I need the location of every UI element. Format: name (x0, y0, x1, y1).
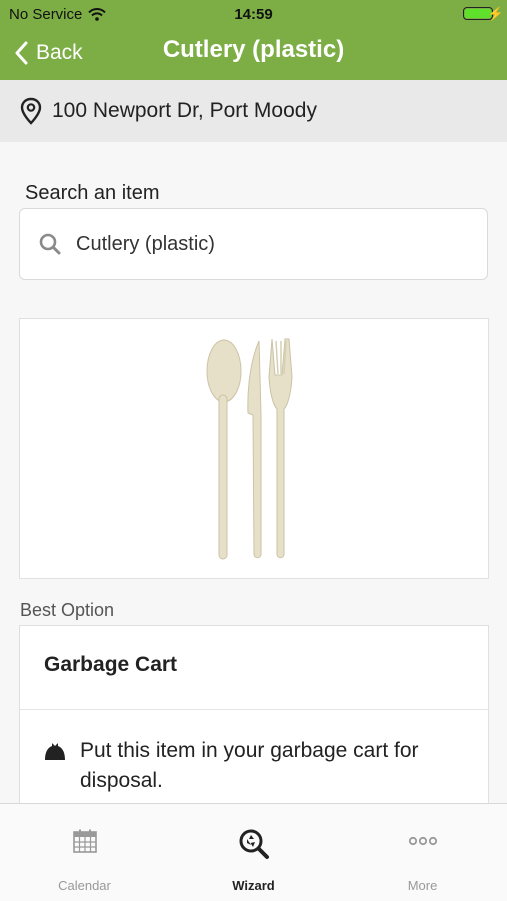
search-input[interactable] (74, 231, 458, 257)
search-icon (39, 233, 61, 255)
tab-calendar[interactable]: Calendar (0, 804, 169, 901)
status-time: 14:59 (234, 6, 273, 23)
tab-wizard[interactable]: Wizard (169, 804, 338, 901)
location-address: 100 Newport Dr, Port Moody (52, 99, 317, 122)
tab-more-label: More (407, 878, 438, 893)
tab-more[interactable]: More (338, 804, 507, 901)
divider (20, 709, 488, 710)
tab-wizard-label: Wizard (232, 878, 275, 893)
best-option-label: Best Option (20, 600, 115, 620)
option-title: Garbage Cart (44, 653, 178, 676)
option-instruction: Put this item in your garbage cart for d… (80, 739, 419, 792)
tab-bar: Calendar Wizard More (0, 803, 507, 901)
more-icon (408, 836, 437, 846)
search-box[interactable] (19, 208, 488, 280)
location-pin-icon (20, 97, 42, 125)
item-image-card (19, 318, 489, 579)
status-bar: No Service 14:59 ⚡ (0, 4, 507, 24)
tab-calendar-label: Calendar (58, 878, 111, 893)
location-bar[interactable]: 100 Newport Dr, Port Moody (0, 80, 507, 142)
calendar-icon (72, 829, 97, 853)
garbage-bag-icon (45, 743, 65, 760)
cutlery-image (206, 338, 293, 560)
wizard-icon (239, 829, 269, 859)
page-title: Cutlery (plastic) (162, 36, 345, 63)
app-header: No Service 14:59 ⚡ Back Cutlery (plastic… (0, 0, 507, 80)
best-option-card: Garbage Cart Put this item in your garba… (19, 625, 489, 825)
search-label: Search an item (25, 182, 160, 204)
charging-icon: ⚡ (487, 6, 504, 21)
option-instruction-row: Put this item in your garbage cart for d… (44, 736, 464, 796)
